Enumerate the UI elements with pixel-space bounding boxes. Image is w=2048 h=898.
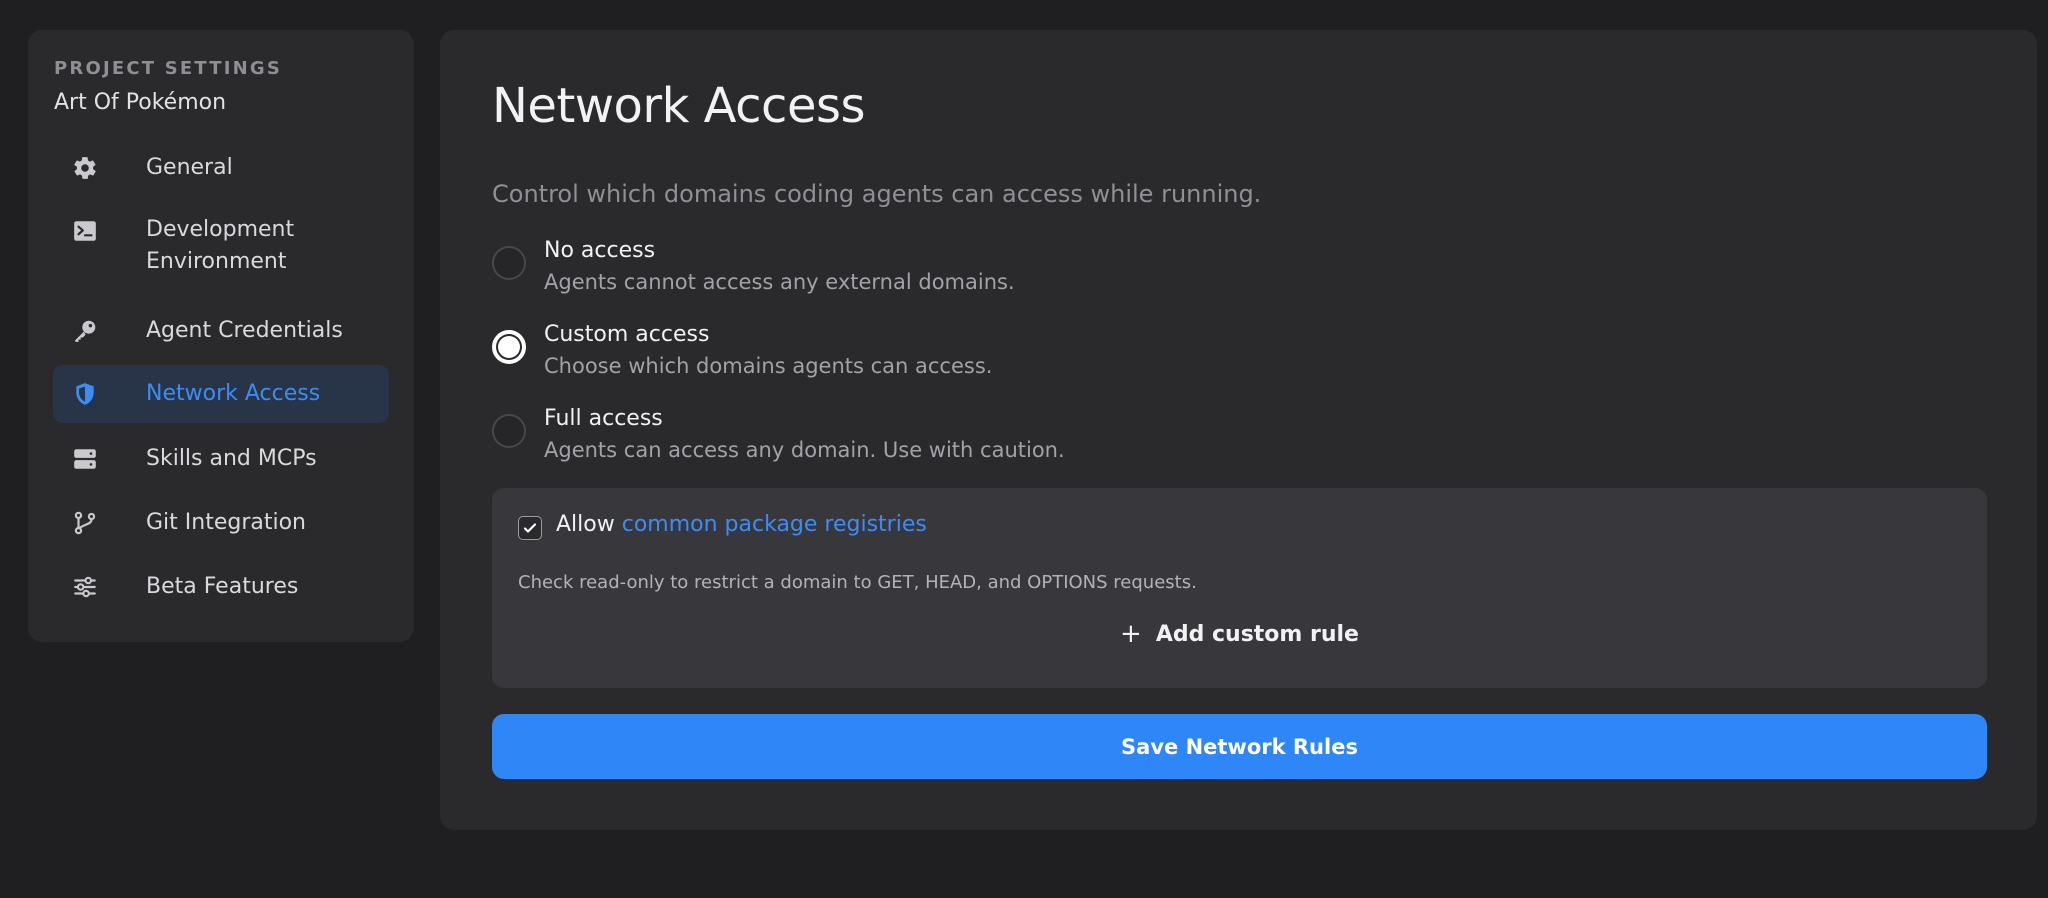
page-title: Network Access: [492, 78, 866, 134]
checkmark-icon: [523, 523, 537, 533]
sidebar-item-agent-credentials[interactable]: Agent Credentials: [53, 302, 389, 360]
sidebar-item-skills-and-mcps[interactable]: Skills and MCPs: [53, 430, 389, 488]
sidebar-item-general[interactable]: General: [53, 139, 389, 197]
terminal-icon: [71, 217, 99, 245]
custom-rules-box: Allow common package registries Check re…: [492, 488, 1987, 688]
sidebar-item-label: Agent Credentials: [146, 318, 343, 343]
sidebar-item-label: Beta Features: [146, 574, 299, 599]
server-icon: [71, 445, 99, 473]
option-description: Agents cannot access any external domain…: [544, 270, 1015, 294]
save-network-rules-button[interactable]: Save Network Rules: [492, 714, 1987, 779]
option-custom-access[interactable]: Custom access Choose which domains agent…: [492, 322, 1192, 392]
option-title: No access: [544, 238, 656, 263]
allow-registries-checkbox[interactable]: [518, 516, 542, 540]
sidebar-item-git-integration[interactable]: Git Integration: [53, 494, 389, 552]
page-subtitle: Control which domains coding agents can …: [492, 180, 1262, 208]
option-no-access[interactable]: No access Agents cannot access any exter…: [492, 238, 1192, 308]
read-only-hint: Check read-only to restrict a domain to …: [518, 572, 1197, 593]
option-description: Choose which domains agents can access.: [544, 354, 993, 378]
sidebar-item-network-access[interactable]: Network Access: [53, 365, 389, 423]
add-custom-rule-label: Add custom rule: [1155, 621, 1359, 647]
sidebar-item-label: Git Integration: [146, 510, 307, 535]
sidebar-item-beta-features[interactable]: Beta Features: [53, 558, 389, 616]
sidebar-item-label: Development Environment: [146, 217, 295, 274]
sidebar-item-label: General: [146, 155, 233, 180]
option-description: Agents can access any domain. Use with c…: [544, 438, 1065, 462]
radio-full-access[interactable]: [492, 414, 526, 448]
sliders-icon: [71, 573, 99, 601]
add-custom-rule-button[interactable]: + Add custom rule: [492, 614, 1987, 654]
plus-icon: +: [1120, 619, 1142, 649]
sidebar-section-label: PROJECT SETTINGS: [54, 58, 283, 79]
radio-custom-access[interactable]: [492, 330, 526, 364]
package-registries-link[interactable]: common package registries: [622, 512, 927, 537]
git-branch-icon: [71, 509, 99, 537]
key-icon: [71, 317, 99, 345]
allow-registries-label: Allow common package registries: [556, 512, 927, 537]
sidebar-item-label: Network Access: [146, 381, 321, 406]
network-access-panel: Network Access Control which domains cod…: [440, 30, 2037, 830]
settings-sidebar: PROJECT SETTINGS Art Of Pokémon General …: [28, 30, 414, 642]
sidebar-item-development-environment[interactable]: Development Environment: [53, 207, 389, 277]
option-full-access[interactable]: Full access Agents can access any domain…: [492, 406, 1192, 476]
option-title: Custom access: [544, 322, 710, 347]
allow-prefix: Allow: [556, 512, 615, 537]
sidebar-item-label: Skills and MCPs: [146, 446, 317, 471]
radio-no-access[interactable]: [492, 246, 526, 280]
option-title: Full access: [544, 406, 663, 431]
gear-icon: [71, 154, 99, 182]
shield-icon: [71, 380, 99, 408]
project-name: Art Of Pokémon: [54, 90, 227, 115]
